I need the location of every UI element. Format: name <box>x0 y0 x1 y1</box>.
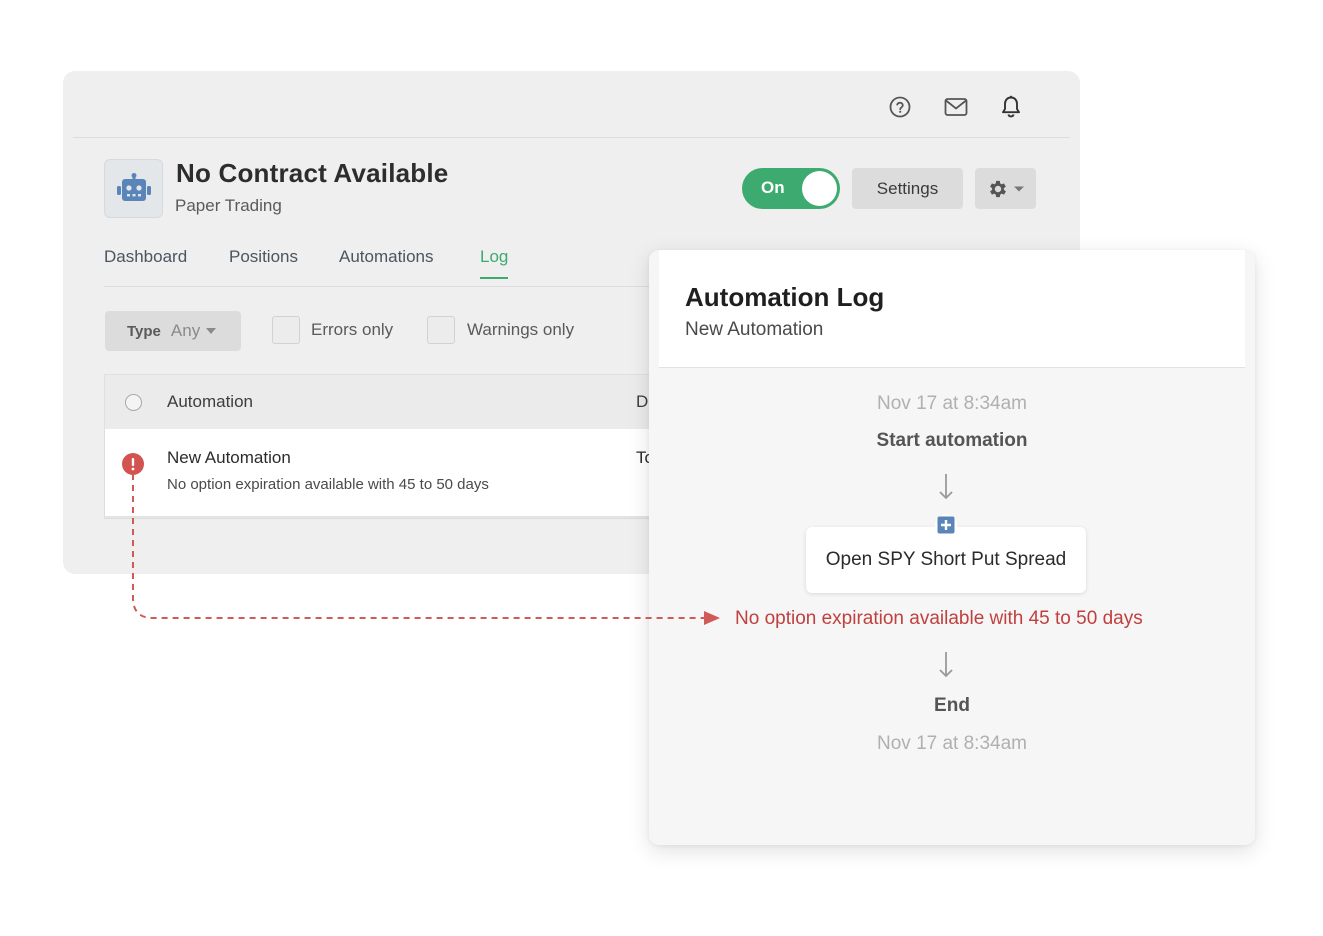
arrow-down-icon <box>939 474 953 500</box>
caret-down-icon <box>206 328 217 334</box>
bell-icon[interactable] <box>999 95 1023 119</box>
end-step-label: End <box>934 695 970 716</box>
mail-icon[interactable] <box>944 95 968 119</box>
automation-log-panel: Automation Log New Automation Nov 17 at … <box>649 250 1255 845</box>
start-step-label: Start automation <box>876 430 1028 451</box>
table-header: Automation D <box>105 375 705 430</box>
column-header-automation: Automation <box>167 392 253 411</box>
help-circle-icon[interactable] <box>888 95 912 119</box>
type-filter-dropdown[interactable]: Type Any <box>105 311 241 351</box>
errors-only-label: Errors only <box>311 320 394 339</box>
row-error-message: No option expiration available with 45 t… <box>167 476 489 493</box>
error-icon <box>122 453 144 475</box>
table-row[interactable]: New Automation No option expiration avai… <box>105 429 705 516</box>
tab-dashboard[interactable]: Dashboard <box>104 247 187 277</box>
top-bar <box>73 71 1070 138</box>
type-filter-label: Type <box>127 322 161 340</box>
warnings-only-checkbox[interactable] <box>427 316 455 344</box>
row-automation-name: New Automation <box>167 448 291 467</box>
gear-menu-button[interactable] <box>975 168 1036 209</box>
tabs-divider <box>104 286 664 287</box>
bot-subtitle: Paper Trading <box>175 196 282 215</box>
start-timestamp: Nov 17 at 8:34am <box>877 393 1027 414</box>
settings-button[interactable]: Settings <box>852 168 963 209</box>
plus-square-icon <box>935 514 957 536</box>
log-table: Automation D New Automation No option ex… <box>104 374 705 519</box>
end-timestamp: Nov 17 at 8:34am <box>877 733 1027 754</box>
bot-title: No Contract Available <box>176 158 449 188</box>
tab-log[interactable]: Log <box>480 247 509 279</box>
column-header-date: D <box>636 392 649 411</box>
type-filter-value: Any <box>170 321 201 340</box>
select-all-radio[interactable] <box>125 394 142 411</box>
action-step-label: Open SPY Short Put Spread <box>825 549 1067 570</box>
tab-positions[interactable]: Positions <box>229 247 298 277</box>
panel-subtitle: New Automation <box>685 319 824 340</box>
arrow-down-icon <box>939 652 953 678</box>
warnings-only-label: Warnings only <box>467 320 575 339</box>
gear-icon <box>989 180 1006 197</box>
robot-icon <box>104 159 163 218</box>
action-step-card[interactable]: Open SPY Short Put Spread <box>806 527 1086 593</box>
toggle-knob <box>802 171 837 206</box>
tab-automations[interactable]: Automations <box>339 247 434 277</box>
panel-header: Automation Log New Automation <box>659 250 1245 368</box>
step-error-message: No option expiration available with 45 t… <box>735 608 1143 629</box>
chevron-down-icon <box>1013 186 1024 191</box>
errors-only-checkbox[interactable] <box>272 316 300 344</box>
toggle-label: On <box>761 178 785 197</box>
bot-on-toggle[interactable]: On <box>742 168 840 209</box>
panel-title: Automation Log <box>685 282 885 312</box>
